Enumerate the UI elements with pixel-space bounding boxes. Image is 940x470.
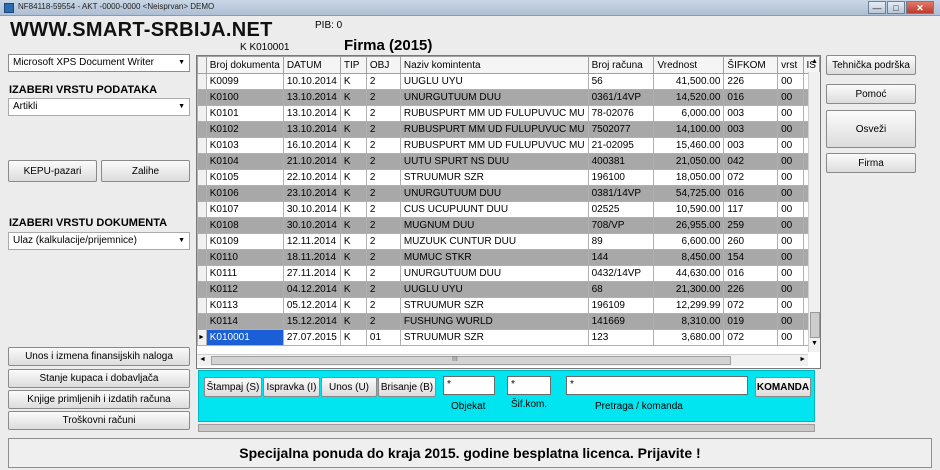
chevron-down-icon: ▼ bbox=[178, 237, 185, 244]
objekat-input[interactable]: * bbox=[443, 376, 495, 395]
col-vrednost[interactable]: Vrednost bbox=[653, 56, 725, 74]
pomoc-button[interactable]: Pomoć bbox=[826, 84, 916, 104]
komanda-button[interactable]: KOMANDA bbox=[755, 377, 811, 397]
table-row[interactable]: K0110 18.11.2014 K 2 MUMUC STKR 144 8,450.00 15… bbox=[197, 249, 820, 266]
col-obj[interactable]: OBJ bbox=[365, 56, 401, 74]
doc-type-select[interactable]: Ulaz (kalkulacije/prijemnice) ▼ bbox=[8, 232, 190, 250]
table-row[interactable]: K0113 05.12.2014 K 2 STRUUMUR SZR 196109 12,29… bbox=[197, 297, 820, 314]
window-titlebar: NF84118-59554 - AKT -0000-0000 <Neisprva… bbox=[0, 0, 940, 16]
window-controls: — □ ✕ bbox=[868, 1, 934, 14]
data-type-select[interactable]: Artikli ▼ bbox=[8, 98, 190, 116]
window-title: NF84118-59554 - AKT -0000-0000 <Neisprva… bbox=[18, 2, 215, 11]
printer-select-value: Microsoft XPS Document Writer bbox=[13, 57, 154, 68]
stanje-kupaca-button[interactable]: Stanje kupaca i dobavljača bbox=[8, 369, 190, 388]
scroll-up-icon[interactable]: ▲ bbox=[811, 58, 818, 65]
table-row[interactable]: K0101 13.10.2014 K 2 RUBUSPURT MM UD FULUPUV… bbox=[197, 105, 820, 122]
pretraga-input[interactable]: * bbox=[566, 376, 748, 395]
table-row[interactable]: K0103 16.10.2014 K 2 RUBUSPURT MM UD FULUPUV… bbox=[197, 137, 820, 154]
finansijski-nalozi-button[interactable]: Unos i izmena finansijskih naloga bbox=[8, 347, 190, 366]
zalihe-button[interactable]: Zalihe bbox=[101, 160, 190, 182]
table-row[interactable]: K0105 22.10.2014 K 2 STRUUMUR SZR 196100 18,05… bbox=[197, 169, 820, 186]
table-row[interactable]: K0108 30.10.2014 K 2 MUGNUM DUU 708/VP 26,955.… bbox=[197, 217, 820, 234]
doc-type-select-value: Ulaz (kalkulacije/prijemnice) bbox=[13, 235, 137, 246]
table-row[interactable]: K0109 12.11.2014 K 2 MUZUUK CUNTUR DUU 89 6,60… bbox=[197, 233, 820, 250]
row-pointer-icon: ► bbox=[197, 329, 207, 346]
sifkom-label: Šif.kom. bbox=[511, 399, 548, 410]
data-type-heading: IZABERI VRSTU PODATAKA bbox=[9, 84, 158, 96]
brisanje-button[interactable]: Brisanje (B) bbox=[378, 377, 436, 397]
sifkom-input[interactable]: * bbox=[507, 376, 551, 395]
scroll-grip-icon: III bbox=[452, 356, 458, 363]
col-datum[interactable]: DATUM bbox=[282, 56, 341, 74]
kepu-pazari-button[interactable]: KEPU-pazari bbox=[8, 160, 97, 182]
promo-banner: Specijalna ponuda do kraja 2015. godine … bbox=[8, 438, 932, 468]
maximize-button[interactable]: □ bbox=[887, 1, 905, 14]
table-row[interactable]: K0107 30.10.2014 K 2 CUS UCUPUUNT DUU 02525 10… bbox=[197, 201, 820, 218]
vertical-scrollbar[interactable]: ▲ ▼ bbox=[808, 58, 820, 352]
col-vrst[interactable]: vrst bbox=[777, 56, 804, 74]
status-strip bbox=[198, 424, 815, 432]
horizontal-scrollbar[interactable]: ◄ III ► bbox=[197, 354, 808, 366]
table-row[interactable]: K0102 13.10.2014 K 2 RUBUSPURT MM UD FULUPUV… bbox=[197, 121, 820, 138]
horizontal-scroll-thumb[interactable]: III bbox=[211, 356, 731, 365]
chevron-down-icon: ▼ bbox=[178, 59, 185, 66]
table-header-row: Broj dokumenta DATUM TIP OBJ Naziv komin… bbox=[197, 56, 820, 74]
knjige-racuna-button[interactable]: Knjige primljenih i izdatih računa bbox=[8, 390, 190, 409]
doc-type-heading: IZABERI VRSTU DOKUMENTA bbox=[9, 217, 168, 229]
table-row[interactable]: K0114 15.12.2014 K 2 FUSHUNG WURLD 141669 8,31… bbox=[197, 313, 820, 330]
osvezi-button[interactable]: Osveži bbox=[826, 110, 916, 148]
promo-text: Specijalna ponuda do kraja 2015. godine … bbox=[239, 445, 701, 461]
brand-title: WWW.SMART-SRBIJA.NET bbox=[10, 19, 273, 41]
table-row[interactable]: K0100 13.10.2014 K 2 UNURGUTUUM DUU 0361/14VP… bbox=[197, 89, 820, 106]
command-bar: Štampaj (S) Ispravka (I) Unos (U) Brisan… bbox=[198, 370, 815, 422]
objekat-label: Objekat bbox=[451, 401, 486, 412]
col-broj-dokumenta[interactable]: Broj dokumenta bbox=[205, 56, 284, 74]
pretraga-label: Pretraga / komanda bbox=[595, 401, 683, 412]
vertical-scroll-thumb[interactable] bbox=[810, 312, 820, 338]
table-row[interactable]: K0106 23.10.2014 K 2 UNURGUTUUM DUU 0381/14VP… bbox=[197, 185, 820, 202]
printer-select[interactable]: Microsoft XPS Document Writer ▼ bbox=[8, 54, 190, 72]
col-naziv-komintenta[interactable]: Naziv komintenta bbox=[399, 56, 589, 74]
minimize-button[interactable]: — bbox=[868, 1, 886, 14]
firma-title: Firma (2015) bbox=[344, 37, 433, 54]
firma-button[interactable]: Firma bbox=[826, 153, 916, 173]
col-tip[interactable]: TIP bbox=[339, 56, 367, 74]
unos-button[interactable]: Unos (U) bbox=[321, 377, 377, 397]
col-broj-racuna[interactable]: Broj računa bbox=[587, 56, 655, 74]
col-sifkom[interactable]: ŠIFKOM bbox=[723, 56, 779, 74]
table-row[interactable]: K0111 27.11.2014 K 2 UNURGUTUUM DUU 0432/14VP… bbox=[197, 265, 820, 282]
data-type-select-value: Artikli bbox=[13, 101, 38, 112]
scroll-right-icon[interactable]: ► bbox=[799, 356, 806, 363]
documents-table: Broj dokumenta DATUM TIP OBJ Naziv komin… bbox=[197, 56, 820, 346]
chevron-down-icon: ▼ bbox=[178, 103, 185, 110]
table-row[interactable]: K0112 04.12.2014 K 2 UUGLU UYU 68 21,300.00 226… bbox=[197, 281, 820, 298]
pib-label: PIB: 0 bbox=[315, 20, 343, 31]
troskovni-racuni-button[interactable]: Troškovni računi bbox=[8, 411, 190, 430]
documents-grid[interactable]: Broj dokumenta DATUM TIP OBJ Naziv komin… bbox=[196, 55, 821, 369]
scroll-left-icon[interactable]: ◄ bbox=[199, 356, 206, 363]
table-row[interactable]: K0104 21.10.2014 K 2 UUTU SPURT NS DUU 400381… bbox=[197, 153, 820, 170]
table-row-selected[interactable]: ► K010001 27.07.2015 K 01 STRUUMUR SZR 123 3,68… bbox=[197, 329, 820, 346]
scroll-down-icon[interactable]: ▼ bbox=[811, 340, 818, 347]
ispravka-button[interactable]: Ispravka (I) bbox=[263, 377, 320, 397]
stampaj-button[interactable]: Štampaj (S) bbox=[204, 377, 262, 397]
company-code: K K010001 bbox=[240, 42, 290, 53]
tehnicka-podrska-button[interactable]: Tehnička podrška bbox=[826, 55, 916, 75]
table-row[interactable]: K0099 10.10.2014 K 2 UUGLU UYU 56 41,500.00 226… bbox=[197, 73, 820, 90]
close-button[interactable]: ✕ bbox=[906, 1, 934, 14]
app-icon bbox=[4, 3, 14, 13]
